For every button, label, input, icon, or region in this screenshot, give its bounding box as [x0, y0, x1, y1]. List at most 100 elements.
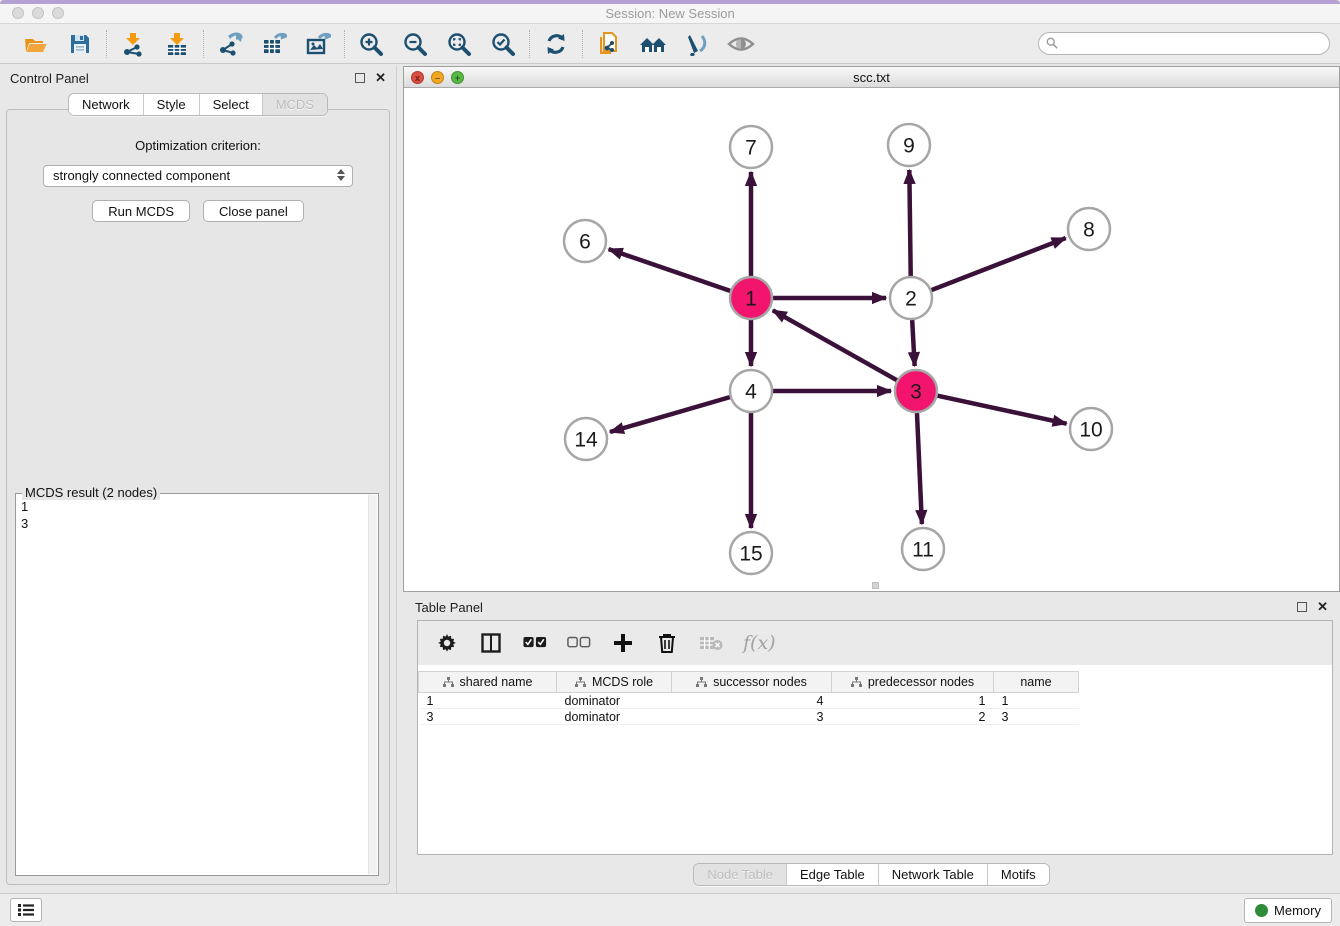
network-frame-titlebar[interactable]: x – + scc.txt	[404, 67, 1339, 88]
edge-3-11[interactable]	[917, 413, 922, 524]
plus-icon	[612, 632, 634, 654]
main-area: Control Panel ✕ NetworkStyleSelectMCDS O…	[0, 64, 1340, 893]
edge-1-6[interactable]	[609, 249, 731, 291]
mcds-tab-content: Optimization criterion: strongly connect…	[6, 109, 390, 885]
tab-style[interactable]: Style	[144, 94, 200, 115]
network-canvas[interactable]: 7968124314101511	[404, 89, 1339, 591]
node-label-15: 15	[739, 543, 762, 566]
node-label-4: 4	[745, 381, 757, 404]
toggle-panel-layout-button[interactable]	[479, 631, 503, 655]
export-table-icon	[261, 31, 287, 57]
column-header-shared-name[interactable]: shared name	[419, 672, 557, 693]
export-network-icon	[217, 31, 243, 57]
task-history-button[interactable]	[10, 898, 42, 922]
frame-close-icon[interactable]: x	[411, 71, 424, 84]
zoom-out-button[interactable]	[401, 30, 429, 58]
node-label-14: 14	[574, 429, 598, 452]
refresh-button[interactable]	[542, 30, 570, 58]
control-panel-tabs: NetworkStyleSelectMCDS	[68, 93, 328, 116]
frame-minimize-icon[interactable]: –	[431, 71, 444, 84]
zoom-in-button[interactable]	[357, 30, 385, 58]
mcds-result-box: MCDS result (2 nodes) 1 3	[15, 493, 379, 876]
show-hide-button[interactable]	[727, 30, 755, 58]
edge-2-8[interactable]	[932, 238, 1066, 290]
edge-4-14[interactable]	[610, 397, 730, 432]
minimize-window-icon[interactable]	[32, 7, 44, 19]
tab-edge-table[interactable]: Edge Table	[787, 864, 879, 885]
memory-button[interactable]: Memory	[1244, 898, 1332, 923]
zoom-window-icon[interactable]	[52, 7, 64, 19]
search-icon	[1046, 37, 1058, 49]
column-header-name[interactable]: name	[994, 672, 1079, 693]
close-panel-button[interactable]: Close panel	[203, 200, 304, 222]
column-header-successor-nodes[interactable]: successor nodes	[672, 672, 832, 693]
column-header-MCDS-role[interactable]: MCDS role	[557, 672, 672, 693]
select-chevrons-icon	[337, 169, 345, 181]
gear-icon	[437, 633, 457, 653]
save-icon	[68, 32, 92, 56]
run-mcds-button[interactable]: Run MCDS	[92, 200, 190, 222]
apply-style-button[interactable]	[683, 30, 711, 58]
delete-column-button[interactable]	[655, 631, 679, 655]
delete-table-button[interactable]	[699, 631, 723, 655]
deselect-all-button[interactable]	[567, 631, 591, 655]
tab-motifs[interactable]: Motifs	[988, 864, 1049, 885]
zoom-selected-button[interactable]	[489, 30, 517, 58]
node-label-1: 1	[745, 288, 757, 311]
table-row[interactable]: 3dominator323	[419, 709, 1079, 725]
float-table-panel-icon[interactable]	[1297, 602, 1307, 612]
edge-3-10[interactable]	[937, 396, 1066, 424]
tab-network[interactable]: Network	[69, 94, 144, 115]
home-button[interactable]	[639, 30, 667, 58]
open-folder-icon	[23, 31, 49, 57]
close-window-icon[interactable]	[12, 7, 24, 19]
memory-status-icon	[1255, 904, 1268, 917]
import-table-icon	[164, 31, 190, 57]
float-panel-icon[interactable]	[355, 73, 365, 83]
network-frame-title: scc.txt	[404, 70, 1339, 85]
houses-icon	[639, 31, 667, 57]
zoom-fit-button[interactable]	[445, 30, 473, 58]
add-column-button[interactable]	[611, 631, 635, 655]
import-table-button[interactable]	[163, 30, 191, 58]
table-settings-button[interactable]	[435, 631, 459, 655]
zoom-selected-icon	[490, 31, 516, 57]
tab-select[interactable]: Select	[200, 94, 263, 115]
canvas-resize-handle[interactable]	[872, 582, 879, 589]
close-table-panel-icon[interactable]: ✕	[1317, 602, 1328, 612]
edge-2-9[interactable]	[909, 170, 910, 276]
select-all-button[interactable]	[523, 631, 547, 655]
clone-network-button[interactable]	[595, 30, 623, 58]
save-session-button[interactable]	[66, 30, 94, 58]
node-label-8: 8	[1083, 219, 1095, 242]
network-graph[interactable]: 7968124314101511	[404, 89, 1339, 591]
frame-maximize-icon[interactable]: +	[451, 71, 464, 84]
edge-3-1[interactable]	[773, 310, 897, 380]
open-session-button[interactable]	[22, 30, 50, 58]
table-panel-header: Table Panel ✕	[403, 595, 1340, 619]
tab-mcds[interactable]: MCDS	[263, 94, 327, 115]
memory-label: Memory	[1274, 903, 1321, 918]
edge-2-3[interactable]	[912, 320, 914, 366]
result-scrollbar[interactable]	[368, 495, 377, 874]
unchecked-boxes-icon	[567, 636, 591, 650]
node-table: shared nameMCDS rolesuccessor nodesprede…	[418, 671, 1079, 725]
export-image-button[interactable]	[304, 30, 332, 58]
window-controls[interactable]	[12, 7, 64, 19]
export-table-button[interactable]	[260, 30, 288, 58]
tab-network-table[interactable]: Network Table	[879, 864, 988, 885]
node-label-2: 2	[905, 288, 917, 311]
criterion-select[interactable]: strongly connected component	[43, 165, 353, 187]
import-network-button[interactable]	[119, 30, 147, 58]
search-input[interactable]	[1038, 32, 1330, 55]
export-network-button[interactable]	[216, 30, 244, 58]
checked-boxes-icon	[523, 636, 547, 650]
column-header-predecessor-nodes[interactable]: predecessor nodes	[832, 672, 994, 693]
status-bar: Memory	[0, 893, 1340, 926]
function-builder-button[interactable]: f(x)	[743, 631, 776, 655]
close-panel-icon[interactable]: ✕	[375, 73, 386, 83]
table-row[interactable]: 1dominator411	[419, 693, 1079, 709]
tab-node-table[interactable]: Node Table	[694, 864, 787, 885]
control-panel-header: Control Panel ✕	[0, 66, 396, 90]
node-label-9: 9	[903, 135, 915, 158]
